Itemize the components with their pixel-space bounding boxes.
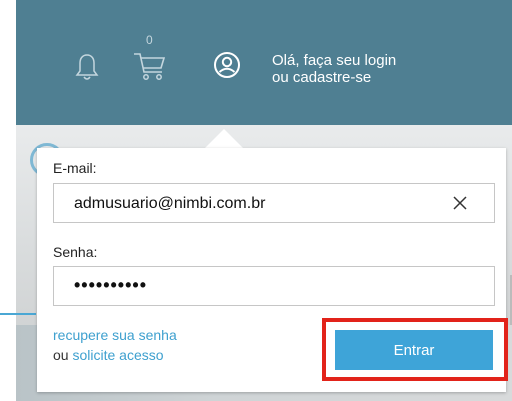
password-label: Senha: [53, 244, 98, 260]
email-field[interactable]: admusuario@nimbi.com.br [53, 183, 495, 223]
cart-icon[interactable] [132, 48, 168, 82]
popup-arrow [205, 129, 243, 148]
greeting-line2: ou cadastre-se [272, 69, 372, 86]
login-submit-button[interactable]: Entrar [335, 330, 493, 370]
email-label: E-mail: [53, 160, 97, 176]
greeting-line1: Olá, faça seu login [272, 52, 397, 69]
or-text: ou [53, 347, 73, 363]
close-icon[interactable] [452, 195, 468, 211]
help-links: recupere sua senha ou solicite acesso [53, 325, 177, 365]
accent-line [0, 313, 36, 315]
bell-icon[interactable] [74, 52, 100, 82]
recover-password-link[interactable]: recupere sua senha [53, 327, 177, 343]
cart-count-badge: 0 [146, 33, 153, 47]
password-field[interactable]: •••••••••• [53, 266, 495, 306]
password-value: •••••••••• [74, 275, 148, 295]
request-access-link[interactable]: solicite acesso [72, 347, 163, 363]
email-value: admusuario@nimbi.com.br [74, 195, 266, 212]
login-prompt[interactable]: Olá, faça seu login ou cadastre-se [272, 52, 396, 86]
left-margin [0, 0, 16, 401]
user-icon[interactable] [212, 50, 242, 80]
